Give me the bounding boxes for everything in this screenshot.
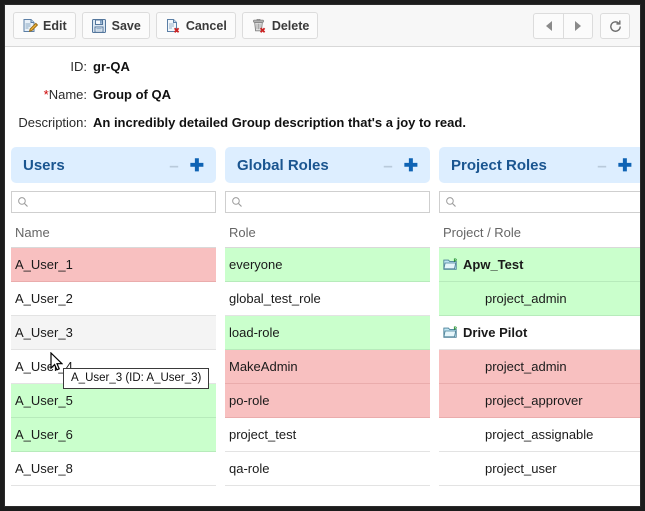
cancel-button-label: Cancel [185,18,227,33]
project-folder-icon: P [443,258,457,270]
plus-icon[interactable]: ✚ [404,157,418,174]
group-detail-window: Edit Save Cancel Delete ID: gr-QA *Name:… [4,4,641,507]
list-item-project-group[interactable]: P Apw_Test [439,248,640,282]
refresh-button[interactable] [600,13,630,39]
users-search-box[interactable] [11,191,216,213]
search-icon [232,197,242,207]
project-roles-list: P Apw_Test project_admin P Drive Pilot p… [439,248,640,486]
field-id: ID: gr-QA [5,59,640,74]
search-icon [18,197,28,207]
list-item[interactable]: project_assignable [439,418,640,452]
global-roles-list: everyone global_test_role load-role Make… [225,248,430,486]
minus-icon[interactable]: – [383,157,392,174]
description-label: Description: [18,115,87,130]
panel-project-roles-title: Project Roles [451,156,547,174]
prev-record-button[interactable] [533,13,563,39]
edit-button-label: Edit [43,18,67,33]
description-value: An incredibly detailed Group description… [93,115,466,130]
document-delete-icon [166,18,180,33]
delete-button-label: Delete [271,18,310,33]
name-label-text: Name: [48,87,87,102]
list-item[interactable]: load-role [225,316,430,350]
global-roles-search-input[interactable] [247,194,424,210]
project-folder-icon: P [443,326,457,338]
edit-button[interactable]: Edit [13,12,76,39]
trash-delete-icon [252,18,266,33]
panel-users-title: Users [23,156,65,174]
panel-project-roles-header: Project Roles – ✚ [439,147,640,183]
svg-text:P: P [453,326,457,332]
list-item[interactable]: everyone [225,248,430,282]
id-label: ID: [70,59,87,74]
list-item[interactable]: A_User_1 [11,248,216,282]
field-name: *Name: Group of QA [5,87,640,102]
list-item-project-group[interactable]: P Drive Pilot [439,316,640,350]
toolbar: Edit Save Cancel Delete [5,5,640,47]
panel-project-roles: Project Roles – ✚ Project / Role P Apw_T… [439,147,640,486]
global-roles-search-box[interactable] [225,191,430,213]
users-search-input[interactable] [33,194,210,210]
project-roles-column-header: Project / Role [439,219,640,248]
next-record-button[interactable] [563,13,593,39]
prev-arrow-icon [545,21,552,31]
list-item[interactable]: A_User_6 [11,418,216,452]
list-item[interactable]: A_User_3 [11,316,216,350]
svg-text:P: P [453,258,457,264]
minus-icon[interactable]: – [169,157,178,174]
next-arrow-icon [575,21,581,31]
project-group-label: Apw_Test [463,257,524,272]
panel-global-roles-title: Global Roles [237,156,329,174]
list-item[interactable]: A_User_5 [11,384,216,418]
list-item[interactable]: project_approver [439,384,640,418]
navigation-group [533,13,630,39]
name-label: *Name: [5,87,93,102]
list-item[interactable]: project_admin [439,282,640,316]
list-item[interactable]: MakeAdmin [225,350,430,384]
document-pencil-icon [23,18,38,32]
list-item[interactable]: A_User_8 [11,452,216,486]
panel-users-header: Users – ✚ [11,147,216,183]
save-button[interactable]: Save [81,12,150,39]
search-icon [446,197,456,207]
users-column-header: Name [11,219,216,248]
project-group-label: Drive Pilot [463,325,528,340]
list-item[interactable]: project_admin [439,350,640,384]
refresh-icon [609,20,621,32]
list-item[interactable]: project_test [225,418,430,452]
id-value: gr-QA [93,59,130,74]
floppy-disk-icon [91,18,106,33]
global-roles-column-header: Role [225,219,430,248]
project-roles-search-box[interactable] [439,191,640,213]
panel-global-roles-header: Global Roles – ✚ [225,147,430,183]
list-item[interactable]: A_User_2 [11,282,216,316]
list-item[interactable]: global_test_role [225,282,430,316]
cancel-button[interactable]: Cancel [155,12,236,39]
plus-icon[interactable]: ✚ [190,157,204,174]
group-form: ID: gr-QA *Name: Group of QA Description… [5,47,640,147]
minus-icon[interactable]: – [597,157,606,174]
list-item[interactable]: project_user [439,452,640,486]
users-list: A_User_1 A_User_2 A_User_3 A_User_4 A_Us… [11,248,216,486]
panel-users: Users – ✚ Name A_User_1 A_User_2 A_User_… [11,147,216,486]
project-roles-search-input[interactable] [461,194,638,210]
list-item[interactable]: po-role [225,384,430,418]
plus-icon[interactable]: ✚ [618,157,632,174]
delete-button[interactable]: Delete [241,12,319,39]
row-tooltip: A_User_3 (ID: A_User_3) [63,368,210,389]
list-item[interactable]: qa-role [225,452,430,486]
save-button-label: Save [111,18,141,33]
panels-container: Users – ✚ Name A_User_1 A_User_2 A_User_… [5,147,640,486]
panel-global-roles: Global Roles – ✚ Role everyone global_te… [225,147,430,486]
name-value: Group of QA [93,87,171,102]
field-description: Description: An incredibly detailed Grou… [5,115,640,130]
